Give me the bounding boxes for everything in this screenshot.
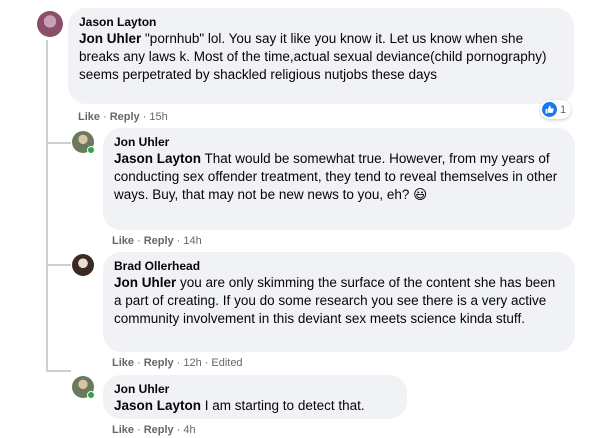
reply-button[interactable]: Reply bbox=[144, 424, 174, 436]
edited-label: Edited bbox=[211, 357, 243, 369]
comment-body: "pornhub" lol. You say it like you know … bbox=[79, 31, 547, 82]
comment-text: Jon Uhler you are only skimming the surf… bbox=[114, 274, 564, 328]
smiley-emoji-icon: 😃 bbox=[413, 187, 428, 202]
like-button[interactable]: Like bbox=[112, 235, 134, 247]
timestamp[interactable]: 12h bbox=[183, 357, 201, 369]
comment-author[interactable]: Jon Uhler bbox=[114, 135, 564, 150]
comment-body: you are only skimming the surface of the… bbox=[114, 275, 556, 326]
comment-actions: Like · Reply · 14h bbox=[112, 235, 202, 247]
avatar[interactable] bbox=[72, 254, 94, 276]
timestamp[interactable]: 14h bbox=[183, 235, 201, 247]
comment-author[interactable]: Brad Ollerhead bbox=[114, 259, 564, 274]
comment-bubble: Jon Uhler Jason Layton That would be som… bbox=[103, 128, 575, 230]
reply-button[interactable]: Reply bbox=[144, 235, 174, 247]
comment-bubble: Brad Ollerhead Jon Uhler you are only sk… bbox=[103, 252, 575, 352]
avatar[interactable] bbox=[37, 11, 63, 37]
comment-author[interactable]: Jon Uhler bbox=[114, 382, 396, 397]
thread-connector bbox=[46, 142, 71, 144]
reply-button[interactable]: Reply bbox=[144, 357, 174, 369]
comment-bubble: Jon Uhler Jason Layton I am starting to … bbox=[103, 375, 407, 419]
like-button[interactable]: Like bbox=[112, 424, 134, 436]
like-icon bbox=[542, 102, 557, 117]
online-status-indicator bbox=[87, 391, 95, 399]
avatar[interactable] bbox=[72, 131, 95, 154]
comment-actions: Like · Reply · 12h · Edited bbox=[112, 357, 243, 369]
comment-text: Jason Layton That would be somewhat true… bbox=[114, 150, 564, 204]
avatar[interactable] bbox=[72, 376, 95, 399]
comment-actions: Like · Reply · 15h bbox=[78, 111, 168, 123]
like-button[interactable]: Like bbox=[78, 111, 100, 123]
timestamp[interactable]: 4h bbox=[183, 424, 195, 436]
comment-body: I am starting to detect that. bbox=[201, 398, 365, 413]
mention-tag[interactable]: Jason Layton bbox=[114, 398, 201, 413]
reaction-count: 1 bbox=[560, 103, 567, 116]
online-status-indicator bbox=[87, 146, 95, 154]
timestamp[interactable]: 15h bbox=[149, 111, 167, 123]
mention-tag[interactable]: Jon Uhler bbox=[79, 31, 141, 46]
thread-connector bbox=[46, 370, 71, 372]
comment-text: Jon Uhler "pornhub" lol. You say it like… bbox=[79, 30, 563, 84]
comment-author[interactable]: Jason Layton bbox=[79, 15, 563, 30]
mention-tag[interactable]: Jon Uhler bbox=[114, 275, 176, 290]
comment-text: Jason Layton I am starting to detect tha… bbox=[114, 397, 396, 415]
comment-bubble: Jason Layton Jon Uhler "pornhub" lol. Yo… bbox=[68, 8, 574, 104]
thread-line bbox=[46, 40, 48, 370]
like-button[interactable]: Like bbox=[112, 357, 134, 369]
comment-actions: Like · Reply · 4h bbox=[112, 424, 196, 436]
thread-connector bbox=[46, 264, 71, 266]
mention-tag[interactable]: Jason Layton bbox=[114, 151, 201, 166]
reply-button[interactable]: Reply bbox=[110, 111, 140, 123]
reaction-summary[interactable]: 1 bbox=[540, 100, 572, 119]
